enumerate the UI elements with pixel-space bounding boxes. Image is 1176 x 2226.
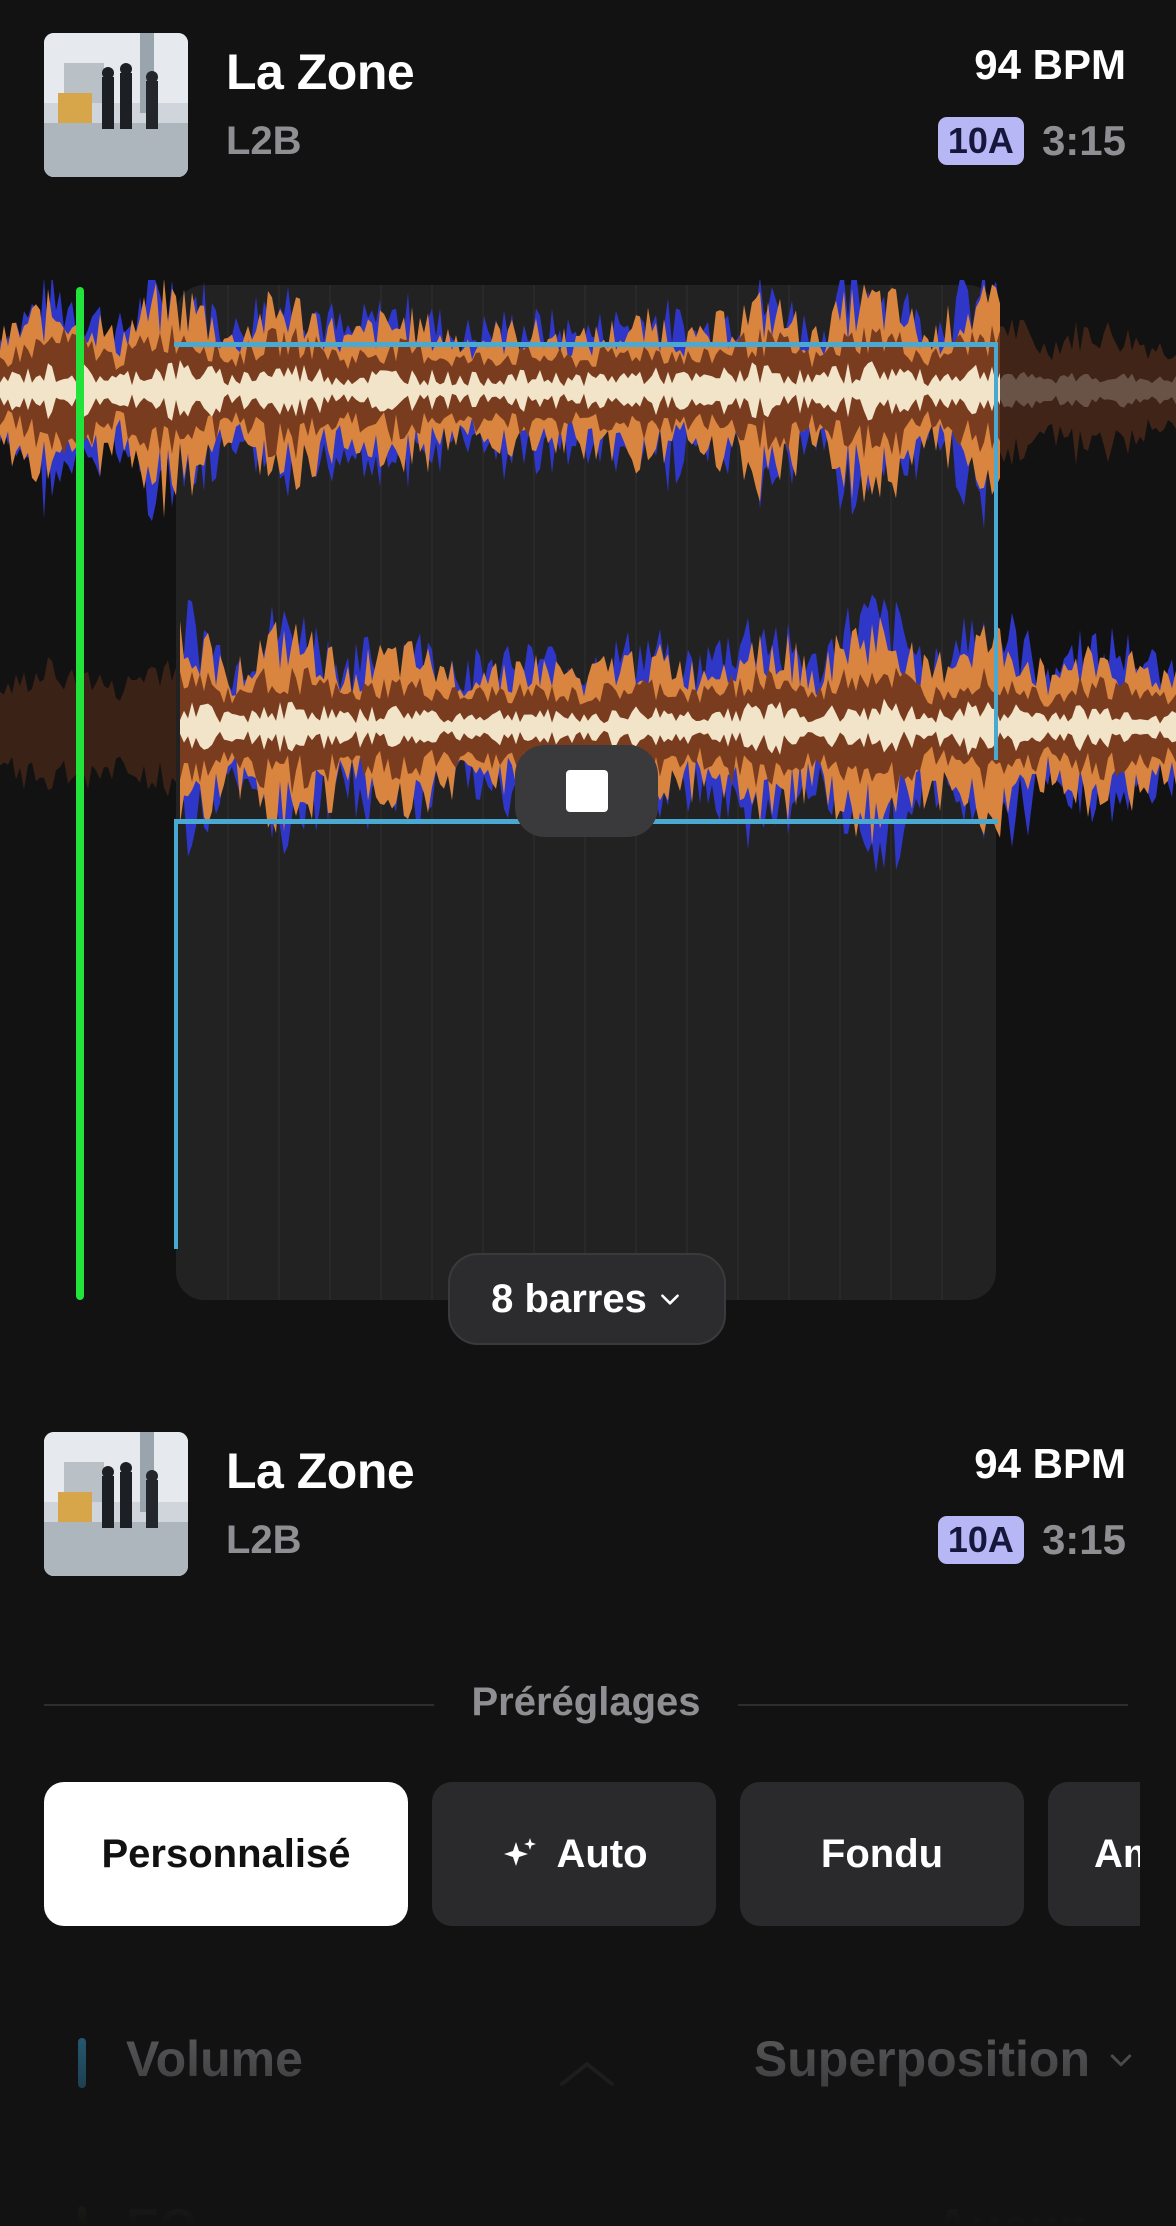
stop-button[interactable] (515, 745, 658, 837)
deck-a-header[interactable]: La Zone L2B 94 BPM 10A 3:15 (0, 33, 1176, 183)
setting-value: Aucun (934, 2198, 1090, 2226)
track-artist: L2B (226, 1518, 302, 1562)
deck-b-wave-head (0, 657, 176, 797)
eq-accent-bar (78, 2206, 86, 2226)
track-artist: L2B (226, 119, 302, 163)
deck-b-header[interactable]: La Zone L2B 94 BPM 10A 3:15 (0, 1432, 1176, 1582)
preset-label: Amp (1094, 1831, 1140, 1876)
preset-label: Auto (556, 1831, 648, 1876)
presets-label: Préréglages (471, 1680, 701, 1724)
stop-icon (565, 770, 608, 812)
preset-chips: Personnalisé Auto Fondu Amp (44, 1782, 1140, 1926)
volume-accent-bar (78, 2038, 86, 2088)
album-cover (44, 33, 188, 177)
presets-divider: Préréglages (44, 1680, 1128, 1730)
track-duration: 3:15 (1041, 1516, 1126, 1563)
preset-amp-button[interactable]: Amp (1048, 1782, 1140, 1926)
playhead[interactable] (76, 287, 84, 1300)
track-title: La Zone (226, 44, 415, 100)
track-bpm: 94 BPM (974, 1440, 1126, 1487)
setting-name: Volume (126, 2031, 303, 2087)
sparkle-icon (504, 1838, 537, 1866)
chevron-down-icon (660, 1294, 679, 1305)
transition-length-dropdown[interactable]: 8 barres (448, 1253, 726, 1345)
setting-value: Superposition (753, 2031, 1090, 2087)
key-badge: 10A (937, 117, 1024, 165)
preset-label: Fondu (820, 1831, 944, 1876)
eq-setting-row[interactable]: EQ Aucun (78, 2198, 1138, 2226)
setting-name: EQ (126, 2198, 198, 2226)
album-cover (44, 1432, 188, 1576)
deck-b-bracket-left[interactable] (174, 819, 178, 1249)
track-meta: 10A 3:15 (937, 117, 1126, 165)
preset-fade-button[interactable]: Fondu (740, 1782, 1024, 1926)
track-bpm: 94 BPM (974, 41, 1126, 88)
preset-custom-button[interactable]: Personnalisé (44, 1782, 408, 1926)
divider-line (738, 1704, 1128, 1706)
preset-label: Personnalisé (101, 1831, 351, 1876)
track-title: La Zone (226, 1443, 415, 1499)
deck-a-bracket-right[interactable] (994, 342, 998, 760)
chevron-up-icon[interactable] (552, 2054, 622, 2094)
transition-length-label: 8 barres (491, 1276, 647, 1321)
track-meta: 10A 3:15 (937, 1516, 1126, 1564)
key-badge: 10A (937, 1516, 1024, 1564)
track-duration: 3:15 (1041, 117, 1126, 164)
deck-a-bracket-top (174, 342, 998, 347)
transition-editor[interactable]: 8 barres (0, 280, 1176, 1350)
chevron-down-icon (1110, 2054, 1132, 2067)
preset-auto-button[interactable]: Auto (432, 1782, 716, 1926)
